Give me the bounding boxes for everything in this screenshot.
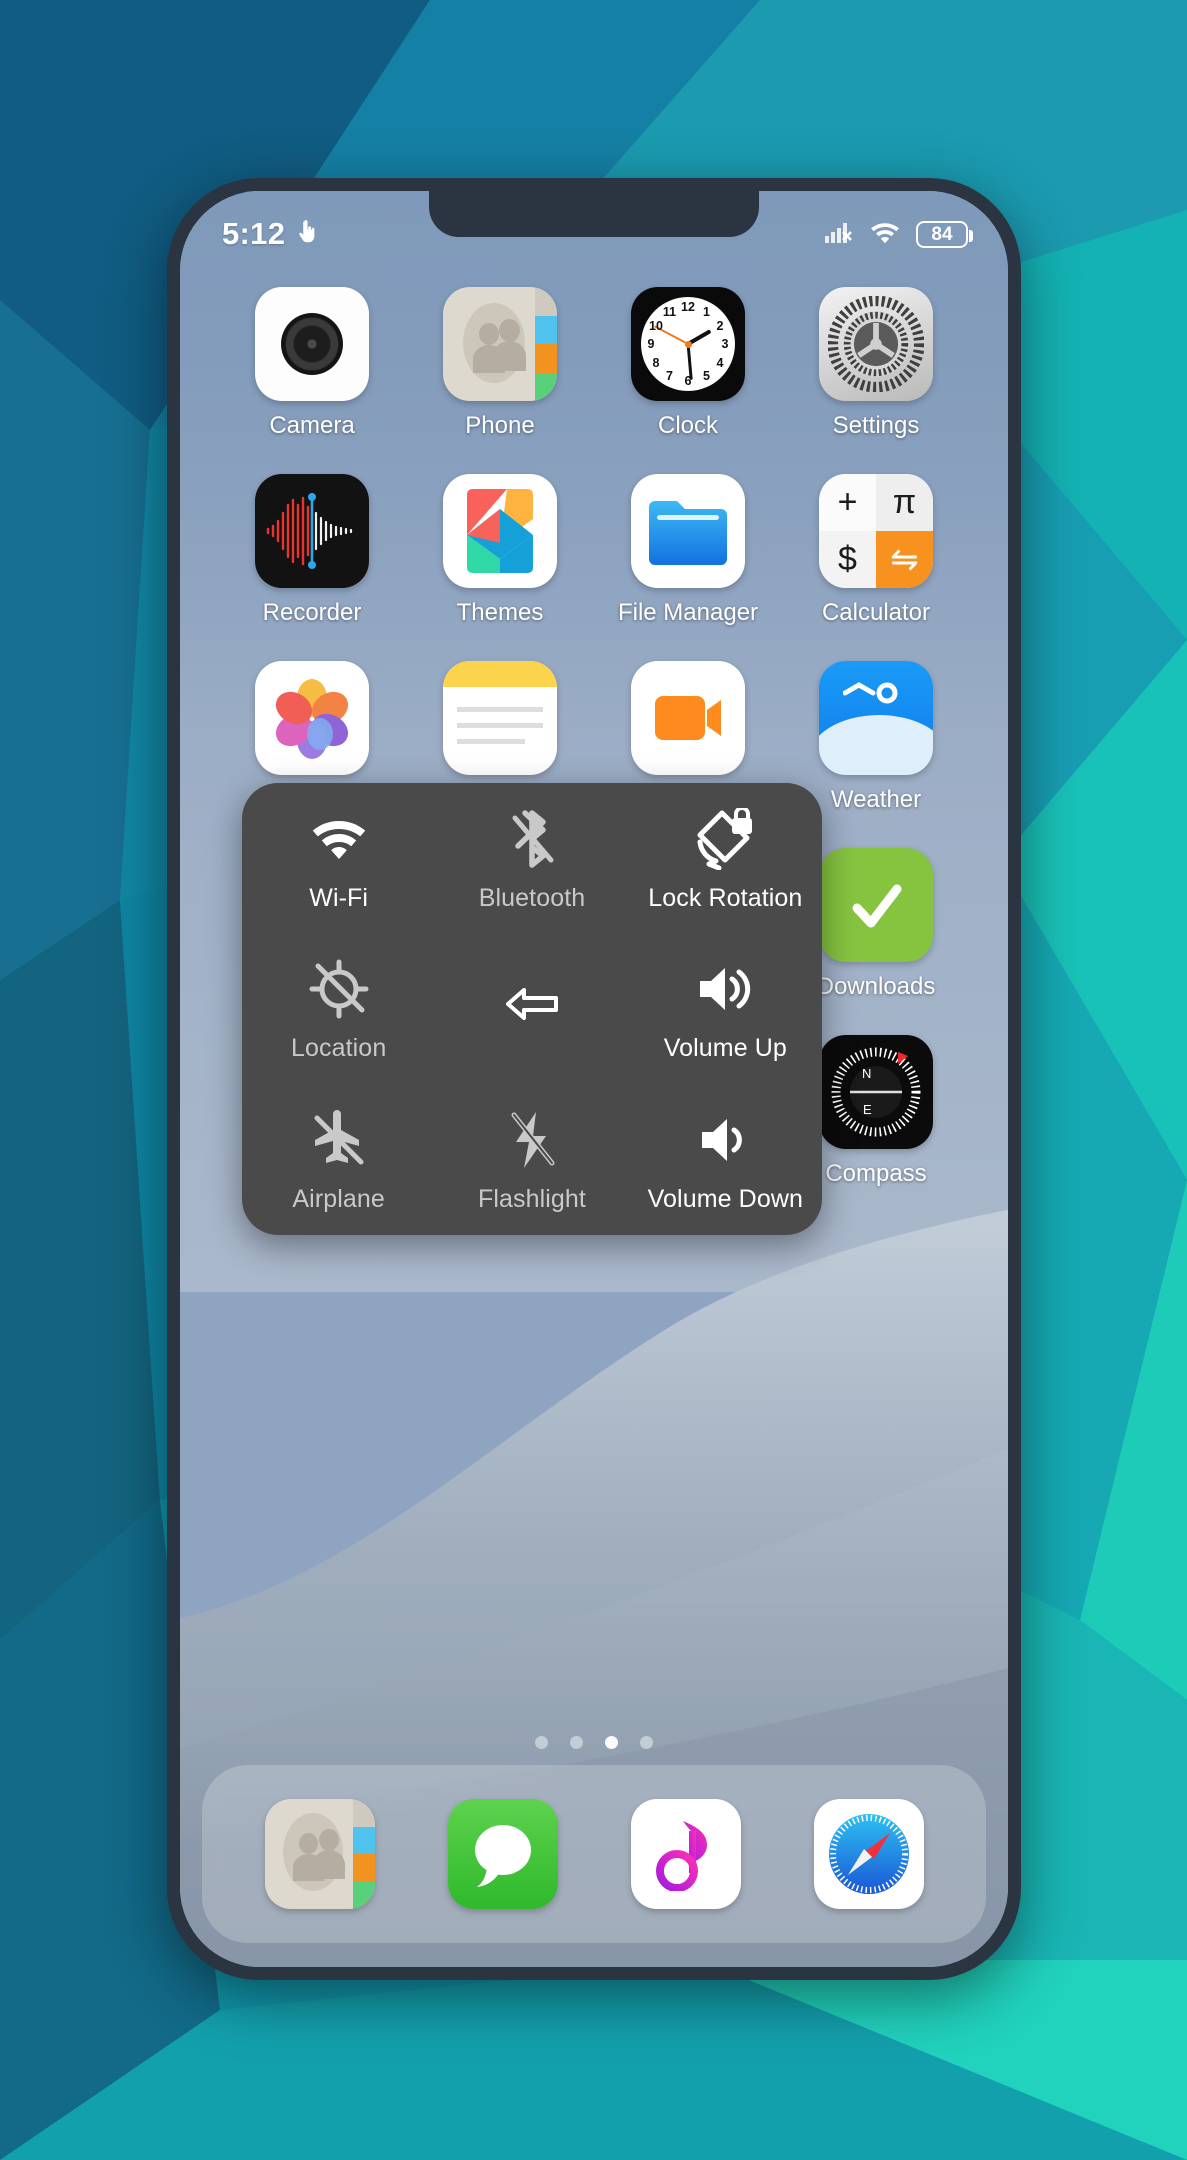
app-themes[interactable]: Themes [420,474,580,627]
compass-icon: N E [819,1035,933,1149]
rotation-lock-icon [692,804,758,874]
control-panel: Wi-Fi Bluetooth Lock Rotation Location V… [242,783,822,1235]
battery-percent-label: 84 [931,223,953,245]
dock-item-music[interactable] [630,1799,741,1909]
themes-icon [443,474,557,588]
clock-hour-number: 3 [721,337,729,351]
app-settings[interactable]: Settings [796,287,956,440]
notes-icon [443,661,557,775]
phone-device-frame: 5:12 84 Camera Phone 12 1 2 3 4 5 6 7 8 … [167,178,1021,1980]
clock-hour-number: 2 [716,318,724,333]
clock-hour-number: 4 [716,355,724,370]
app-label: Compass [825,1160,927,1187]
app-label: Recorder [262,599,362,626]
contacts-icon [443,287,557,401]
app-file-manager[interactable]: File Manager [608,474,768,627]
calculator-key: ⇋ [876,531,933,588]
compass-north-label: N [862,1066,871,1081]
app-label: Calculator [821,599,931,626]
control-tile-back[interactable] [435,934,628,1085]
control-tile-label: Volume Down [647,1185,803,1214]
status-bar-clock: 5:12 [222,216,286,251]
camera-icon [255,287,369,401]
gear-icon [819,287,933,401]
control-tile-label: Flashlight [477,1185,586,1214]
wifi-icon [308,804,370,874]
control-tile-wifi[interactable]: Wi-Fi [242,783,435,934]
cellular-signal-off-icon [824,219,854,250]
clock-icon: 12 1 2 3 4 5 6 7 8 9 10 11 [631,287,745,401]
touch-pointer-icon [294,217,320,252]
app-label: Weather [830,786,922,813]
app-label: Phone [465,412,535,439]
volume-up-icon [694,954,756,1024]
calculator-key: π [876,474,933,531]
flashlight-off-icon [506,1105,558,1175]
battery-indicator: 84 [916,220,973,248]
app-recorder[interactable]: Recorder [232,474,392,627]
control-tile-label: Bluetooth [478,883,586,912]
location-off-icon [308,954,370,1024]
control-tile-airplane[interactable]: Airplane [242,1084,435,1235]
app-label: Themes [456,599,544,626]
clock-hour-number: 10 [649,318,663,333]
app-camera[interactable]: Camera [232,287,392,440]
phone-screen: 5:12 84 Camera Phone 12 1 2 3 4 5 6 7 8 … [180,191,1008,1967]
control-tile-location[interactable]: Location [242,934,435,1085]
control-tile-flashlight[interactable]: Flashlight [435,1084,628,1235]
clock-hour-number: 11 [662,304,677,319]
video-icon [631,661,745,775]
clock-hour-number: 7 [666,369,673,384]
calculator-key: + [819,474,876,531]
dock-item-contacts[interactable] [264,1799,375,1909]
page-dot[interactable] [535,1736,548,1749]
back-arrow-icon [502,969,562,1039]
clock-hour-number: 1 [703,304,710,319]
control-tile-lock-rotation[interactable]: Lock Rotation [629,783,822,934]
calculator-icon: + π $ ⇋ [819,474,933,588]
control-tile-bluetooth[interactable]: Bluetooth [435,783,628,934]
control-tile-label: Wi-Fi [309,883,369,912]
dock-item-messages[interactable] [447,1799,558,1909]
app-phone[interactable]: Phone [420,287,580,440]
page-indicator[interactable] [180,1736,1008,1749]
control-tile-label: Location [291,1034,387,1063]
compass-east-label: E [863,1102,872,1117]
control-tile-label: Volume Up [663,1034,787,1063]
app-calculator[interactable]: + π $ ⇋ Calculator [796,474,956,627]
page-dot-active[interactable] [605,1736,618,1749]
bluetooth-off-icon [507,804,557,874]
clock-hour-number: 5 [703,369,710,384]
dock [202,1765,986,1943]
control-tile-volume-down[interactable]: Volume Down [629,1084,822,1235]
clock-hour-number: 6 [684,374,692,388]
volume-down-icon [694,1105,756,1175]
control-tile-label: Airplane [292,1185,385,1214]
app-clock[interactable]: 12 1 2 3 4 5 6 7 8 9 10 11 Clock [608,287,768,440]
clock-hour-number: 9 [647,337,655,351]
control-tile-volume-up[interactable]: Volume Up [629,934,822,1085]
downloads-icon [819,848,933,962]
calculator-key: $ [819,531,876,588]
page-dot[interactable] [570,1736,583,1749]
clock-hour-number: 12 [681,300,695,314]
control-tile-label: Lock Rotation [648,883,803,912]
waveform-icon [255,474,369,588]
folder-icon [631,474,745,588]
status-bar: 5:12 84 [180,191,1008,263]
app-label: Settings [832,412,920,439]
app-label: Downloads [816,973,936,1000]
app-label: File Manager [617,599,759,626]
wifi-icon [868,219,902,250]
weather-icon [819,661,933,775]
app-label: Camera [269,412,355,439]
clock-hour-number: 8 [652,355,660,370]
page-dot[interactable] [640,1736,653,1749]
airplane-off-icon [307,1105,371,1175]
app-label: Clock [657,412,718,439]
photos-flower-icon [255,661,369,775]
dock-item-browser[interactable] [813,1799,924,1909]
